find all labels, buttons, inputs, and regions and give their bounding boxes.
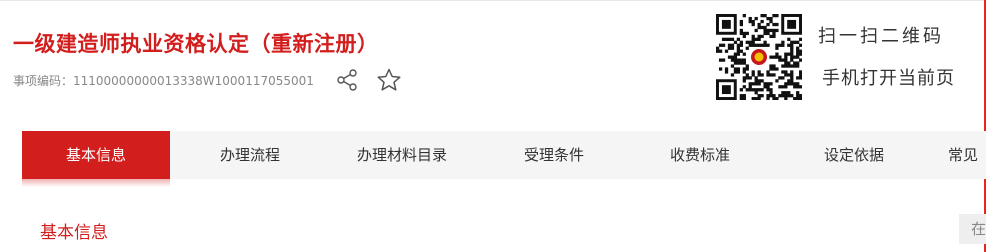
scan-qr-label: 扫一扫二维码 xyxy=(818,26,944,47)
tab-fees[interactable]: 收费标准 xyxy=(640,131,760,179)
item-code: 事项编码：11100000000013338W1000117055001 xyxy=(13,73,314,88)
tab-bar: 基本信息 办理流程 办理材料目录 受理条件 收费标准 设定依据 常见 xyxy=(22,131,986,187)
tab-faq[interactable]: 常见 xyxy=(948,131,986,179)
side-button[interactable]: 在 xyxy=(959,214,986,244)
tab-process[interactable]: 办理流程 xyxy=(190,131,310,179)
top-border xyxy=(0,0,986,1)
tab-conditions[interactable]: 受理条件 xyxy=(494,131,614,179)
tab-materials[interactable]: 办理材料目录 xyxy=(332,131,472,179)
page-title: 一级建造师执业资格认定（重新注册） xyxy=(13,32,379,56)
open-on-phone-label: 手机打开当前页 xyxy=(822,68,955,89)
tab-basic-info[interactable]: 基本信息 xyxy=(22,131,170,187)
star-outline-icon[interactable] xyxy=(360,67,402,93)
qr-code xyxy=(716,14,802,100)
item-code-row: 事项编码：11100000000013338W1000117055001 xyxy=(13,66,402,94)
share-icon[interactable] xyxy=(314,68,360,92)
tab-legal-basis[interactable]: 设定依据 xyxy=(794,131,914,179)
section-title: 基本信息 xyxy=(40,223,108,243)
